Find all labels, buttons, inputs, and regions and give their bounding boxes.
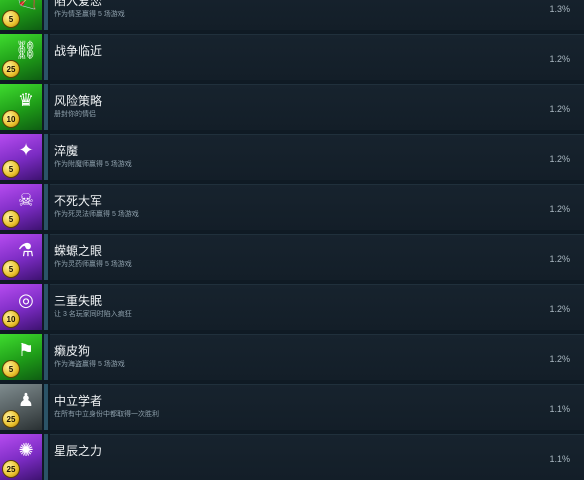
achievement-panel: 蝾螈之眼 作为灵药师赢得 5 场游戏 1.2% xyxy=(50,234,584,280)
potion-flask-icon: ⚗ xyxy=(17,240,35,261)
row-divider xyxy=(44,234,48,280)
achievement-title: 风险策略 xyxy=(54,94,103,108)
chess-pawn-icon: ♟ xyxy=(17,390,35,411)
achievement-description: 作为海盗赢得 5 场游戏 xyxy=(54,361,125,368)
row-divider xyxy=(44,0,48,30)
row-divider xyxy=(44,34,48,80)
points-badge: 5 xyxy=(2,10,20,28)
achievement-thumbnail: ⚗ 5 xyxy=(0,234,42,280)
unlock-percentage: 1.2% xyxy=(549,54,570,64)
achievement-thumbnail: ✦ 5 xyxy=(0,134,42,180)
points-badge: 5 xyxy=(2,160,20,178)
achievement-thumbnail: ♟ 25 xyxy=(0,384,42,430)
achievement-description: 在所有中立身份中都取得一次胜利 xyxy=(54,411,159,418)
achievement-panel: 战争临近 1.2% xyxy=(50,34,584,80)
unlock-percentage: 1.1% xyxy=(549,454,570,464)
unlock-percentage: 1.2% xyxy=(549,354,570,364)
achievement-row[interactable]: ☠ 5 不死大军 作为死灵法师赢得 5 场游戏 1.2% xyxy=(0,184,584,230)
achievement-thumbnail: ♛ 10 xyxy=(0,84,42,130)
achievement-description: 让 3 名玩家同时陷入疯狂 xyxy=(54,311,132,318)
achievement-row[interactable]: ✦ 5 淬魔 作为附魔师赢得 5 场游戏 1.2% xyxy=(0,134,584,180)
achievement-thumbnail: ⛓ 25 xyxy=(0,34,42,80)
achievement-description: 作为情圣赢得 5 场游戏 xyxy=(54,11,125,18)
achievement-title: 蝾螈之眼 xyxy=(54,244,103,258)
achievement-description: 册封你的情侣 xyxy=(54,111,96,118)
achievement-panel: 淬魔 作为附魔师赢得 5 场游戏 1.2% xyxy=(50,134,584,180)
achievement-row[interactable]: ✺ 25 星辰之力 1.1% xyxy=(0,434,584,480)
achievement-title: 战争临近 xyxy=(54,44,103,58)
achievement-thumbnail: ☠ 5 xyxy=(0,184,42,230)
achievement-row[interactable]: ◎ 10 三重失眠 让 3 名玩家同时陷入疯狂 1.2% xyxy=(0,284,584,330)
achievement-list: 🏹 5 陷入爱恋 作为情圣赢得 5 场游戏 1.3% ⛓ 25 战争临近 1.2… xyxy=(0,0,584,480)
points-badge: 25 xyxy=(2,60,20,78)
points-badge: 5 xyxy=(2,360,20,378)
achievement-row[interactable]: 🏹 5 陷入爱恋 作为情圣赢得 5 场游戏 1.3% xyxy=(0,0,584,30)
origami-crane-icon: ✦ xyxy=(18,140,34,161)
achievement-description: 作为灵药师赢得 5 场游戏 xyxy=(54,261,132,268)
achievement-description: 作为死灵法师赢得 5 场游戏 xyxy=(54,211,139,218)
achievement-title: 陷入爱恋 xyxy=(54,0,103,8)
dreamcatcher-icon: ◎ xyxy=(18,290,34,311)
achievement-panel: 风险策略 册封你的情侣 1.2% xyxy=(50,84,584,130)
star-creature-icon: ✺ xyxy=(18,440,34,461)
points-badge: 10 xyxy=(2,110,20,128)
achievement-title: 癞皮狗 xyxy=(54,344,91,358)
achievement-description: 作为附魔师赢得 5 场游戏 xyxy=(54,161,132,168)
achievement-thumbnail: ⚑ 5 xyxy=(0,334,42,380)
achievement-thumbnail: ✺ 25 xyxy=(0,434,42,480)
achievement-title: 淬魔 xyxy=(54,144,79,158)
unlock-percentage: 1.2% xyxy=(549,154,570,164)
unlock-percentage: 1.3% xyxy=(549,4,570,14)
achievement-panel: 中立学者 在所有中立身份中都取得一次胜利 1.1% xyxy=(50,384,584,430)
pirate-flag-icon: ⚑ xyxy=(17,340,35,361)
row-divider xyxy=(44,384,48,430)
crown-icon: ♛ xyxy=(17,90,35,111)
achievement-thumbnail: ◎ 10 xyxy=(0,284,42,330)
achievement-panel: 不死大军 作为死灵法师赢得 5 场游戏 1.2% xyxy=(50,184,584,230)
achievement-title: 星辰之力 xyxy=(54,444,103,458)
unlock-percentage: 1.2% xyxy=(549,204,570,214)
unlock-percentage: 1.2% xyxy=(549,304,570,314)
achievement-row[interactable]: ⛓ 25 战争临近 1.2% xyxy=(0,34,584,80)
achievement-row[interactable]: ♟ 25 中立学者 在所有中立身份中都取得一次胜利 1.1% xyxy=(0,384,584,430)
unlock-percentage: 1.2% xyxy=(549,254,570,264)
achievement-panel: 三重失眠 让 3 名玩家同时陷入疯狂 1.2% xyxy=(50,284,584,330)
undead-figure-icon: ☠ xyxy=(17,190,35,211)
points-badge: 10 xyxy=(2,310,20,328)
achievement-title: 三重失眠 xyxy=(54,294,103,308)
chain-icon: ⛓ xyxy=(14,40,38,61)
points-badge: 25 xyxy=(2,410,20,428)
points-badge: 5 xyxy=(2,210,20,228)
achievement-row[interactable]: ⚑ 5 癞皮狗 作为海盗赢得 5 场游戏 1.2% xyxy=(0,334,584,380)
row-divider xyxy=(44,184,48,230)
achievement-title: 中立学者 xyxy=(54,394,103,408)
achievement-panel: 陷入爱恋 作为情圣赢得 5 场游戏 1.3% xyxy=(50,0,584,30)
achievement-thumbnail: 🏹 5 xyxy=(0,0,42,30)
achievement-panel: 星辰之力 1.1% xyxy=(50,434,584,480)
unlock-percentage: 1.2% xyxy=(549,104,570,114)
row-divider xyxy=(44,84,48,130)
achievement-row[interactable]: ♛ 10 风险策略 册封你的情侣 1.2% xyxy=(0,84,584,130)
achievement-title: 不死大军 xyxy=(54,194,103,208)
unlock-percentage: 1.1% xyxy=(549,404,570,414)
row-divider xyxy=(44,334,48,380)
row-divider xyxy=(44,284,48,330)
achievement-panel: 癞皮狗 作为海盗赢得 5 场游戏 1.2% xyxy=(50,334,584,380)
row-divider xyxy=(44,434,48,480)
row-divider xyxy=(44,134,48,180)
points-badge: 5 xyxy=(2,260,20,278)
points-badge: 25 xyxy=(2,460,20,478)
achievement-row[interactable]: ⚗ 5 蝾螈之眼 作为灵药师赢得 5 场游戏 1.2% xyxy=(0,234,584,280)
